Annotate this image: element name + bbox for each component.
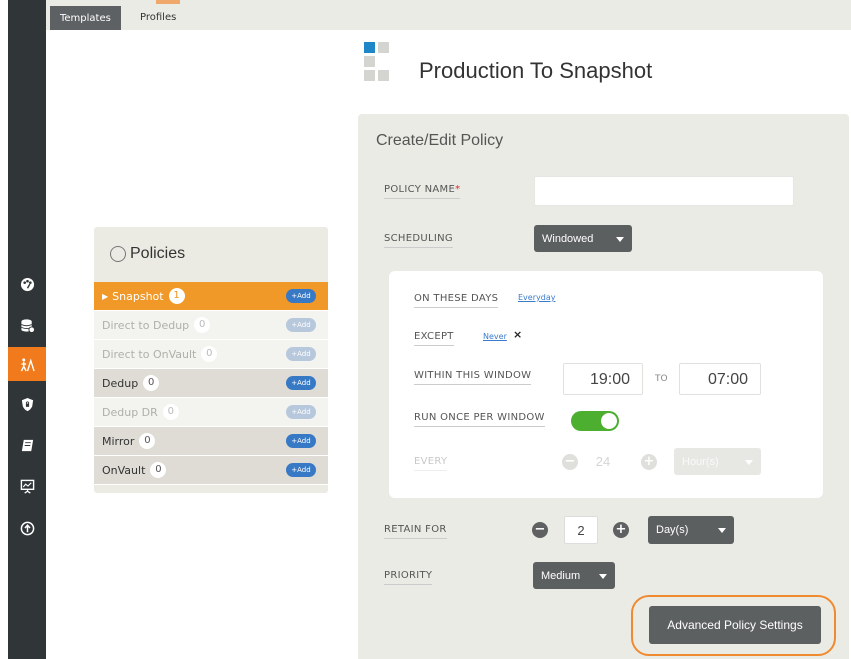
policy-count-badge: 0 xyxy=(201,346,218,362)
policy-count-badge: 0 xyxy=(139,433,156,449)
retain-value-box[interactable]: 2 xyxy=(564,516,598,544)
retain-unit-dropdown[interactable]: Day(s) xyxy=(648,516,734,544)
run-once-toggle[interactable] xyxy=(571,411,619,431)
policy-item-dedup-dr[interactable]: Dedup DR 0 +Add xyxy=(94,398,328,427)
policy-name-input[interactable] xyxy=(534,176,794,206)
every-plus-button[interactable]: + xyxy=(641,454,657,470)
policy-item-dedup[interactable]: Dedup 0 +Add xyxy=(94,369,328,398)
on-these-days-label: ON THESE DAYS xyxy=(414,293,499,308)
retain-minus-button[interactable]: − xyxy=(532,522,548,538)
policy-name-label: POLICY NAME* xyxy=(384,184,461,199)
policy-item-mirror[interactable]: Mirror 0 +Add xyxy=(94,427,328,456)
policy-count-badge: 0 xyxy=(194,317,211,333)
policy-item-label: OnVault xyxy=(102,463,146,477)
left-nav-sidebar xyxy=(8,0,46,659)
priority-label: PRIORITY xyxy=(384,570,433,585)
every-unit-value: Hour(s) xyxy=(682,455,719,468)
policy-item-label: Direct to Dedup xyxy=(102,318,190,332)
database-icon[interactable] xyxy=(8,311,46,339)
top-tab-strip: Templates Profiles xyxy=(46,0,851,30)
every-value[interactable]: 24 xyxy=(592,454,614,469)
tab-accent-mark xyxy=(156,0,180,4)
every-unit-dropdown[interactable]: Hour(s) xyxy=(674,448,761,475)
priority-value: Medium xyxy=(541,569,581,582)
caret-down-icon xyxy=(616,236,624,242)
template-logo-icon xyxy=(364,42,400,94)
policy-item-snapshot[interactable]: ▶ Snapshot 1 +Add xyxy=(94,282,328,311)
to-label: TO xyxy=(655,374,668,384)
policies-panel: Policies ▶ Snapshot 1 +Add Direct to Ded… xyxy=(94,227,328,493)
policy-name-label-text: POLICY NAME xyxy=(384,184,456,195)
window-end-input[interactable]: 07:00 xyxy=(679,363,761,395)
policy-count-badge: 1 xyxy=(168,288,185,304)
policy-item-label: Dedup DR xyxy=(102,405,158,419)
form-heading: Create/Edit Policy xyxy=(376,132,504,149)
tab-templates[interactable]: Templates xyxy=(50,6,121,30)
required-asterisk: * xyxy=(455,184,461,195)
add-direct-to-onvault-button[interactable]: +Add xyxy=(286,347,316,361)
scheduling-label: SCHEDULING xyxy=(384,233,453,248)
create-edit-policy-panel: Create/Edit Policy POLICY NAME* SCHEDULI… xyxy=(358,114,849,659)
policy-item-label: Dedup xyxy=(102,376,139,390)
add-dedup-dr-button[interactable]: +Add xyxy=(286,405,316,419)
caret-down-icon xyxy=(745,459,753,465)
policy-count-badge: 0 xyxy=(143,375,160,391)
priority-dropdown[interactable]: Medium xyxy=(533,562,615,589)
book-icon[interactable] xyxy=(8,431,46,459)
policy-item-label: Mirror xyxy=(102,434,135,448)
add-direct-to-dedup-button[interactable]: +Add xyxy=(286,318,316,332)
schedule-window-box: ON THESE DAYS Everyday EXCEPT Never × WI… xyxy=(389,271,823,498)
caret-down-icon xyxy=(599,573,607,579)
policy-item-label: Snapshot xyxy=(112,289,164,303)
retain-unit-value: Day(s) xyxy=(656,524,689,536)
policy-item-direct-to-onvault[interactable]: Direct to OnVault 0 +Add xyxy=(94,340,328,369)
every-minus-button[interactable]: − xyxy=(562,454,578,470)
sla-architect-icon[interactable] xyxy=(8,347,46,381)
app-root: Templates Profiles Policies ▶ Snapshot 1… xyxy=(0,0,851,659)
toggle-knob xyxy=(601,413,617,429)
policy-item-direct-to-dedup[interactable]: Direct to Dedup 0 +Add xyxy=(94,311,328,340)
chevron-right-icon: ▶ xyxy=(102,291,109,301)
add-onvault-button[interactable]: +Add xyxy=(286,463,316,477)
scheduling-dropdown[interactable]: Windowed xyxy=(534,225,632,252)
never-link[interactable]: Never xyxy=(483,332,507,341)
scheduling-value: Windowed xyxy=(542,232,594,245)
every-label: EVERY xyxy=(414,456,448,471)
policy-item-label: Direct to OnVault xyxy=(102,347,197,361)
everyday-link[interactable]: Everyday xyxy=(518,293,555,302)
policy-count-badge: 0 xyxy=(150,462,167,478)
dashboard-icon[interactable] xyxy=(8,270,46,298)
window-start-input[interactable]: 19:00 xyxy=(563,363,643,395)
policies-title: Policies xyxy=(130,245,186,262)
retain-for-label: RETAIN FOR xyxy=(384,524,447,539)
caret-down-icon xyxy=(718,528,726,533)
policies-header: Policies xyxy=(110,245,185,263)
policy-item-onvault[interactable]: OnVault 0 +Add xyxy=(94,456,328,485)
tab-profiles[interactable]: Profiles xyxy=(130,6,186,28)
add-dedup-button[interactable]: +Add xyxy=(286,376,316,390)
within-window-label: WITHIN THIS WINDOW xyxy=(414,370,532,385)
retain-value: 2 xyxy=(577,523,585,538)
run-once-label: RUN ONCE PER WINDOW xyxy=(414,412,545,427)
shield-icon[interactable] xyxy=(8,390,46,418)
upload-icon[interactable] xyxy=(8,514,46,542)
except-label: EXCEPT xyxy=(414,331,454,346)
page-title: Production To Snapshot xyxy=(419,58,653,83)
add-mirror-button[interactable]: +Add xyxy=(286,434,316,448)
monitor-icon[interactable] xyxy=(8,472,46,500)
policy-count-badge: 0 xyxy=(162,404,179,420)
advanced-policy-settings-button[interactable]: Advanced Policy Settings xyxy=(649,606,821,644)
policies-circle-icon xyxy=(110,246,126,262)
retain-plus-button[interactable]: + xyxy=(613,522,629,538)
add-snapshot-button[interactable]: +Add xyxy=(286,289,316,303)
clear-except-icon[interactable]: × xyxy=(513,328,522,341)
